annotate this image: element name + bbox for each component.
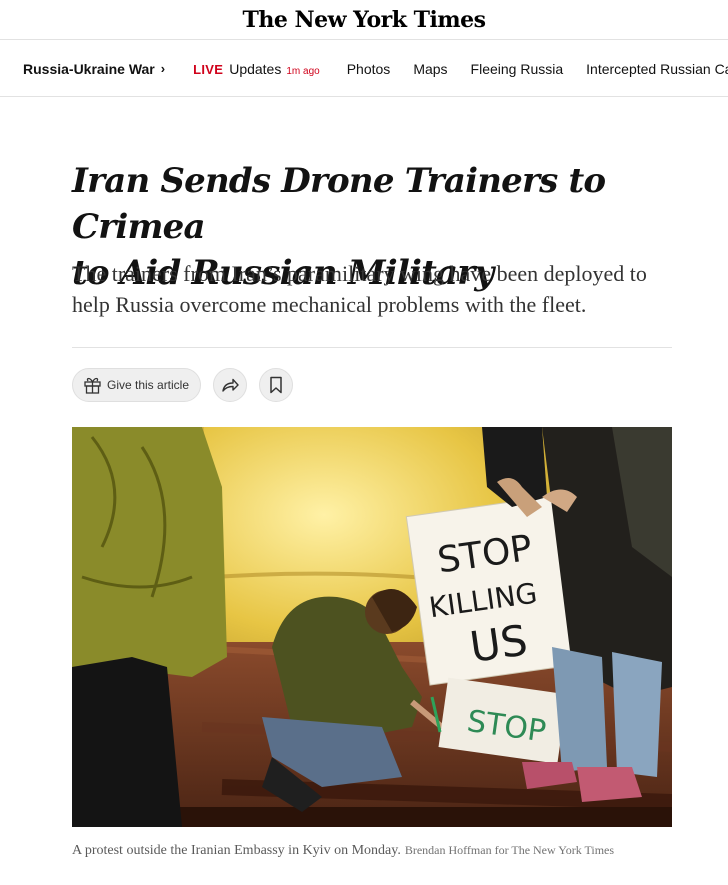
lead-photo[interactable]: STOP KILLING US # STOP (72, 427, 672, 827)
article-actions: Give this article (72, 368, 294, 402)
chevron-right-icon: › (160, 61, 166, 76)
masthead: The New York Times (0, 0, 728, 40)
nav-link-fleeing-russia[interactable]: Fleeing Russia (471, 61, 564, 77)
nyt-logo[interactable]: The New York Times (242, 7, 486, 33)
article-summary: The trainers from Iran’s paramilitary wi… (72, 261, 647, 317)
save-bookmark-button[interactable] (259, 368, 294, 402)
photo-credit: Brendan Hoffman for The New York Times (404, 843, 615, 857)
updates-label: Updates (229, 60, 282, 77)
section-subnav: Russia-Ukraine War › LIVE Updates 1m ago… (0, 41, 728, 97)
protest-photo-illustration: STOP KILLING US # STOP (72, 427, 672, 827)
headline-divider (72, 347, 672, 348)
live-updates-link[interactable]: LIVE Updates 1m ago (193, 61, 347, 77)
give-article-label: Give this article (107, 378, 190, 392)
section-link-russia-ukraine-war[interactable]: Russia-Ukraine War › (23, 61, 165, 77)
updated-timestamp: 1m ago (286, 65, 320, 77)
nav-link-photos[interactable]: Photos (347, 61, 391, 77)
share-button[interactable] (213, 368, 248, 402)
photo-caption: A protest outside the Iranian Embassy in… (72, 840, 672, 861)
section-label: Russia-Ukraine War (23, 60, 155, 77)
headline-line-1: Iran Sends Drone Trainers to Crimea (72, 161, 606, 247)
gift-icon (84, 377, 101, 394)
live-badge: LIVE (193, 61, 224, 77)
nav-link-maps[interactable]: Maps (413, 61, 447, 77)
give-article-button[interactable]: Give this article (72, 368, 202, 402)
share-icon (222, 378, 239, 392)
nav-link-intercepted-russian-calls[interactable]: Intercepted Russian Calls (586, 61, 728, 77)
caption-text: A protest outside the Iranian Embassy in… (72, 843, 401, 858)
sign-line-us: US (467, 615, 531, 672)
bookmark-icon (270, 376, 282, 394)
